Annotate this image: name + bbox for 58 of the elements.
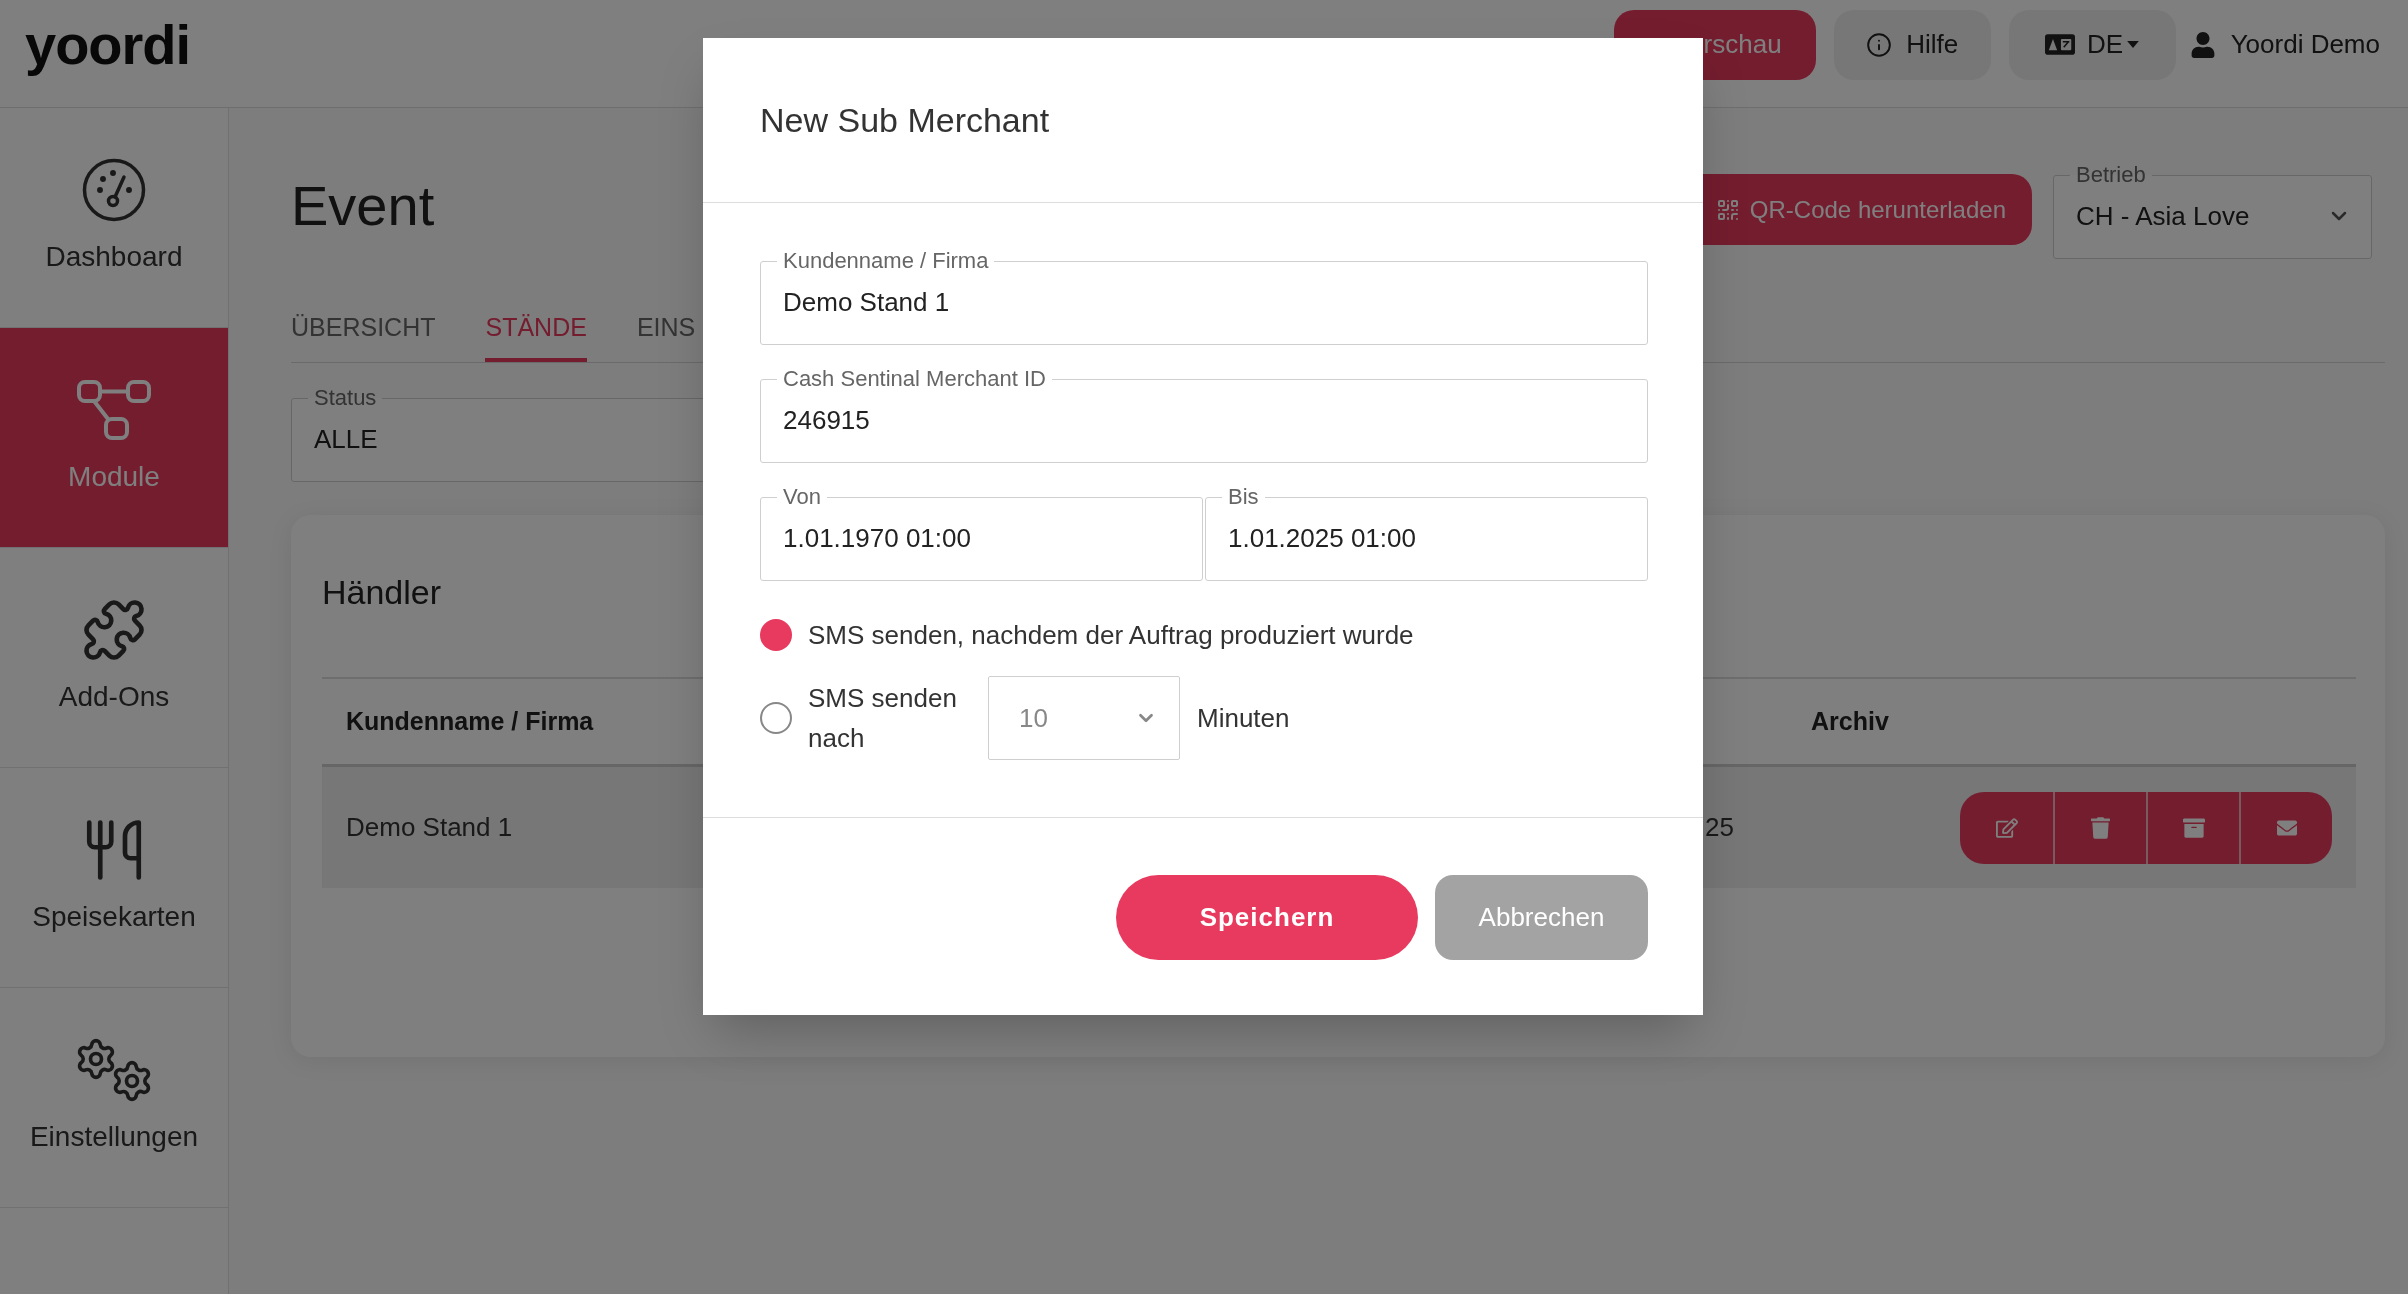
trash-icon <box>2091 816 2110 839</box>
unit-label: Minuten <box>1197 701 1290 735</box>
sidebar-item[interactable]: Module <box>0 328 228 548</box>
modal-title: New Sub Merchant <box>760 100 1050 140</box>
card-title: Händler <box>322 572 442 612</box>
business-select[interactable]: Betrieb CH - Asia Love <box>2053 164 2372 259</box>
select-value: 10 <box>1019 701 1048 735</box>
field-label: Von <box>782 486 822 508</box>
qr-download-button[interactable]: QR-Code herunterladen <box>1703 174 2032 245</box>
qr-code-icon <box>1715 197 1740 222</box>
tab[interactable]: EINS <box>636 311 696 362</box>
table-cell-text: 25 <box>1705 811 1734 844</box>
delay-select[interactable]: 10 <box>988 676 1180 760</box>
field-label: Kundenname / Firma <box>782 250 990 272</box>
translate-icon <box>2045 34 2076 55</box>
edit-button[interactable] <box>1960 791 2053 864</box>
text-field[interactable]: Kundenname / Firma Demo Stand 1 <box>760 250 1648 345</box>
radio-label: SMS senden nach <box>808 682 958 755</box>
logo: yoordi <box>25 14 191 75</box>
user-menu[interactable]: Yoordi Demo <box>2190 25 2380 64</box>
email-button[interactable] <box>2239 791 2332 864</box>
help-button[interactable]: Hilfe <box>1833 9 1991 80</box>
caret-icon <box>2127 41 2140 48</box>
archive-button[interactable] <box>2146 791 2239 864</box>
language-button[interactable]: DE <box>2008 9 2176 80</box>
field-label: Betrieb <box>2075 164 2147 186</box>
field-value: 246915 <box>782 404 870 436</box>
edit-icon <box>1995 816 2018 839</box>
cancel-button[interactable]: Abbrechen <box>1435 875 1648 960</box>
text-field[interactable]: Cash Sentinal Merchant ID 246915 <box>760 368 1648 463</box>
nodes-icon <box>77 380 151 440</box>
field-value: ALLE <box>313 423 378 455</box>
save-button[interactable]: Speichern <box>1116 875 1418 960</box>
date-field[interactable]: Bis 1.01.2025 01:00 <box>1205 486 1648 581</box>
tab[interactable]: STÄNDE <box>485 311 587 362</box>
field-label: Status <box>313 387 378 409</box>
table-cell-text: Demo Stand 1 <box>346 811 513 844</box>
radio-button[interactable] <box>760 619 792 651</box>
gauge-icon <box>82 158 146 222</box>
date-field[interactable]: Von 1.01.1970 01:00 <box>760 486 1203 581</box>
page-title: Event <box>291 174 435 238</box>
user-icon <box>2190 31 2215 58</box>
radio-button[interactable] <box>760 702 792 734</box>
field-value: Demo Stand 1 <box>782 286 950 318</box>
field-label: Bis <box>1227 486 1260 508</box>
info-icon <box>1866 31 1893 58</box>
status-select[interactable]: Status ALLE <box>291 387 704 482</box>
tab[interactable]: ÜBERSICHT <box>291 311 436 362</box>
field-value: CH - Asia Love <box>2075 200 2250 232</box>
field-value: 1.01.1970 01:00 <box>782 522 971 554</box>
column-header: Archiv <box>1811 705 1889 737</box>
radio-label: SMS senden, nachdem der Auftrag produziert wurde <box>808 619 1414 652</box>
field-value: 1.01.2025 01:00 <box>1227 522 1416 554</box>
puzzle-icon <box>81 597 147 663</box>
column-header: Kundenname / Firma <box>346 705 594 737</box>
delete-button[interactable] <box>2053 791 2146 864</box>
archive-box-icon <box>2181 816 2206 839</box>
field-label: Cash Sentinal Merchant ID <box>782 368 1047 390</box>
